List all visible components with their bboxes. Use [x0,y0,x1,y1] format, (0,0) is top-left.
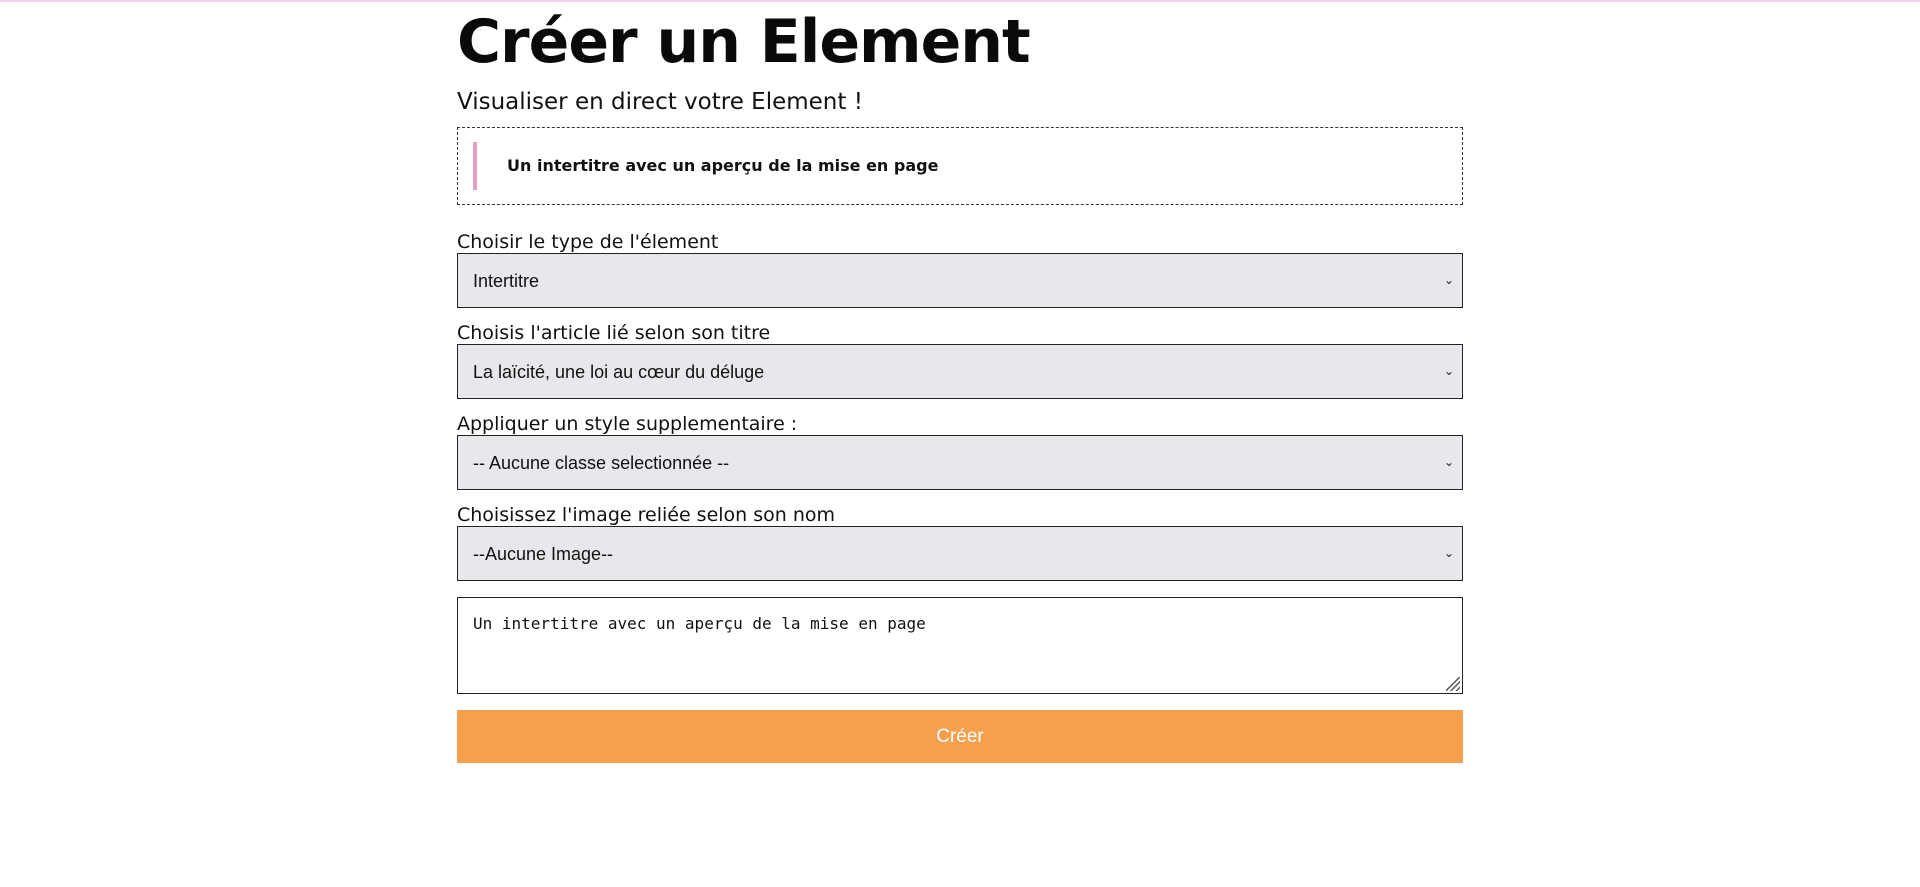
image-label: Choisissez l'image reliée selon son nom [457,504,836,526]
page-subtitle: Visualiser en direct votre Element ! [457,89,863,115]
image-select[interactable]: --Aucune Image-- ⌄ [457,526,1463,581]
image-select-value: --Aucune Image-- [473,544,614,564]
preview-text: Un intertitre avec un aperçu de la mise … [507,156,939,175]
preview-accent-bar [473,142,477,190]
textarea-value: Un intertitre avec un aperçu de la mise … [473,614,926,633]
article-label: Choisis l'article lié selon son titre [457,322,771,344]
chevron-down-icon: ⌄ [1443,455,1454,469]
type-select[interactable]: Intertitre ⌄ [457,253,1463,308]
type-select-value: Intertitre [473,271,540,291]
style-select[interactable]: -- Aucune classe selectionnée -- ⌄ [457,435,1463,490]
article-select[interactable]: La laïcité, une loi au cœur du déluge ⌄ [457,344,1463,399]
type-label: Choisir le type de l'élement [457,231,719,253]
chevron-down-icon: ⌄ [1443,546,1454,560]
content-textarea[interactable]: Un intertitre avec un aperçu de la mise … [457,597,1463,694]
chevron-down-icon: ⌄ [1443,364,1454,378]
create-element-form-container: Créer un Element Visualiser en direct vo… [457,0,1463,763]
page-title: Créer un Element [457,7,1031,77]
live-preview-box: Un intertitre avec un aperçu de la mise … [457,127,1463,205]
chevron-down-icon: ⌄ [1443,273,1454,287]
style-select-value: -- Aucune classe selectionnée -- [473,453,730,473]
style-label: Appliquer un style supplementaire : [457,413,798,435]
resize-handle-icon[interactable] [1446,677,1460,691]
create-button[interactable]: Créer [457,710,1463,763]
article-select-value: La laïcité, une loi au cœur du déluge [473,362,765,382]
